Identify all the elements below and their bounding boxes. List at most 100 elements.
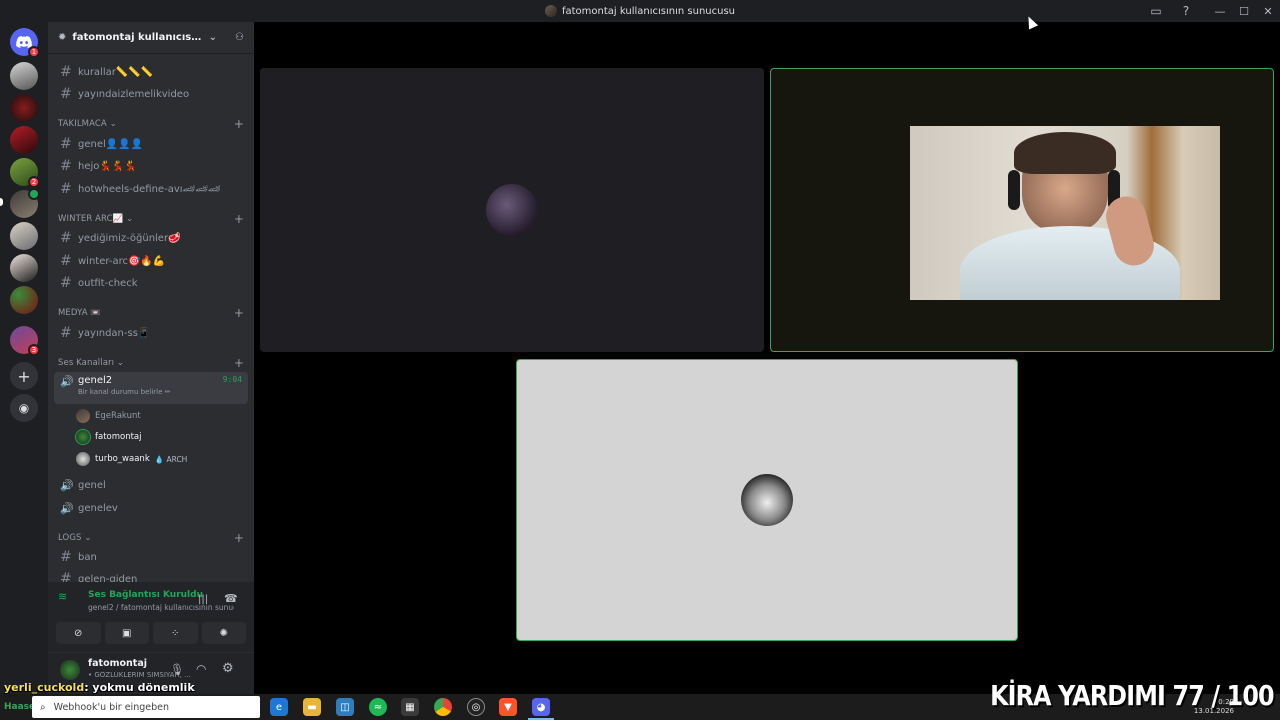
- hash-icon: #: [60, 325, 72, 341]
- server-avatar[interactable]: [10, 286, 38, 314]
- donation-goal-overlay: KİRA YARDIMI 77 / 100: [990, 679, 1275, 712]
- unread-badge: 3: [28, 344, 40, 356]
- channel-item[interactable]: # kurallar📏📏📏: [54, 62, 248, 82]
- settings-gear-icon[interactable]: ⚙: [222, 661, 234, 676]
- window-title: fatomontaj kullanıcısının sunucusu: [544, 5, 735, 17]
- voice-user[interactable]: fatomontaj: [76, 428, 142, 446]
- live-badge: [28, 188, 40, 200]
- webcam-video: [910, 126, 1220, 300]
- voice-channel-active[interactable]: 🔊 genel2 9:04 Bir kanal durumu belirle ✏: [54, 372, 248, 404]
- server-avatar[interactable]: [10, 126, 38, 154]
- channel-item[interactable]: # genel👤👤👤: [54, 134, 248, 154]
- channel-item[interactable]: # winter-arc🎯🔥💪: [54, 251, 248, 271]
- selected-server-indicator: [0, 198, 3, 206]
- hash-icon: #: [60, 253, 72, 269]
- screen-share-button[interactable]: ▣: [104, 622, 149, 644]
- unread-badge: 2: [28, 176, 40, 188]
- channel-item[interactable]: # hejo💃💃💃: [54, 156, 248, 176]
- add-member-icon[interactable]: ⚇: [235, 32, 244, 43]
- add-channel-icon[interactable]: +: [234, 117, 244, 131]
- video-tile[interactable]: [260, 68, 764, 352]
- chat-message: : yokmu dönemlik: [84, 681, 195, 694]
- server-header[interactable]: ✹ fatomontaj kullanıcısının... ⌄ ⚇: [48, 22, 254, 54]
- brave-icon[interactable]: ▼: [499, 698, 517, 716]
- chevron-down-icon: ⌄: [208, 32, 218, 43]
- soundboard-button[interactable]: ✺: [201, 622, 246, 644]
- voice-stage: [254, 22, 1280, 694]
- voice-user[interactable]: turbo_waank 💧 ARCH: [76, 450, 187, 468]
- server-avatar[interactable]: [10, 62, 38, 90]
- minimize-button[interactable]: —: [1208, 0, 1232, 22]
- participant-avatar: [741, 474, 793, 526]
- hash-icon: #: [60, 549, 72, 565]
- inbox-icon[interactable]: ▭: [1148, 3, 1164, 19]
- store-icon[interactable]: ◫: [336, 698, 354, 716]
- discover-icon[interactable]: ◉: [10, 394, 38, 422]
- avatar[interactable]: [60, 660, 80, 680]
- category-header[interactable]: WINTER ARC📈 ⌄ +: [58, 212, 244, 226]
- channel-item[interactable]: # ban: [54, 547, 248, 567]
- chrome-icon[interactable]: [434, 698, 452, 716]
- voice-user[interactable]: EgeRakunt: [76, 407, 141, 425]
- disconnect-icon[interactable]: ☎: [224, 592, 238, 605]
- search-box[interactable]: ⌕ Webhook'u bir eingeben: [32, 696, 260, 718]
- category-header[interactable]: LOGS ⌄ +: [58, 531, 244, 545]
- channel-item[interactable]: # yayındaizlemelikvideo: [54, 84, 248, 104]
- close-button[interactable]: ✕: [1256, 0, 1280, 22]
- file-explorer-icon[interactable]: ▬: [303, 698, 321, 716]
- home-button[interactable]: 1: [10, 28, 40, 58]
- spotify-icon[interactable]: ≈: [369, 698, 387, 716]
- activities-button[interactable]: ⁘: [153, 622, 198, 644]
- headphones-icon[interactable]: ◠: [196, 662, 206, 676]
- server-avatar[interactable]: [10, 254, 38, 282]
- voice-location[interactable]: genel2 / fatomontaj kullanıcısının sunuc…: [88, 603, 234, 612]
- add-channel-icon[interactable]: +: [234, 306, 244, 320]
- add-channel-icon[interactable]: +: [234, 356, 244, 370]
- server-avatar[interactable]: 3: [10, 326, 40, 356]
- obs-icon[interactable]: ◎: [467, 698, 485, 716]
- hash-icon: #: [60, 158, 72, 174]
- server-avatar[interactable]: [10, 94, 38, 122]
- hash-icon: #: [60, 181, 72, 197]
- category-header[interactable]: MEDYA 📼 +: [58, 306, 244, 320]
- speaker-icon: 🔊: [60, 501, 74, 515]
- add-channel-icon[interactable]: +: [234, 212, 244, 226]
- voice-channel[interactable]: 🔊 genelev: [54, 498, 248, 518]
- microphone-icon[interactable]: 🎙: [170, 663, 184, 676]
- voice-connection-panel: ≋ Ses Bağlantısı Kuruldu genel2 / fatomo…: [48, 582, 254, 652]
- camera-off-button[interactable]: ⊘: [56, 622, 101, 644]
- noise-suppression-icon[interactable]: |||: [198, 594, 208, 605]
- chat-username: yerli_cuckold: [4, 681, 85, 694]
- channel-status-prompt[interactable]: Bir kanal durumu belirle ✏: [78, 388, 248, 396]
- server-avatar-current[interactable]: [10, 188, 40, 218]
- server-avatar[interactable]: [10, 222, 38, 250]
- help-icon[interactable]: ?: [1178, 3, 1194, 19]
- video-tile-speaking[interactable]: [770, 68, 1274, 352]
- add-server-icon[interactable]: +: [10, 362, 38, 390]
- signal-icon: ≋: [58, 590, 68, 603]
- hair: [1014, 132, 1116, 174]
- discord-taskbar-icon[interactable]: ◕: [532, 698, 550, 716]
- server-avatar[interactable]: 2: [10, 158, 40, 188]
- hash-icon: #: [60, 64, 72, 80]
- voice-status[interactable]: Ses Bağlantısı Kuruldu: [88, 590, 203, 600]
- add-channel-icon[interactable]: +: [234, 531, 244, 545]
- avatar: [76, 409, 90, 423]
- search-text: Webhook'u bir eingeben: [53, 701, 169, 713]
- hash-icon: #: [60, 275, 72, 291]
- category-header[interactable]: Ses Kanalları ⌄ +: [58, 356, 244, 370]
- channel-item[interactable]: # yediğimiz-öğünler🥩: [54, 228, 248, 248]
- video-tile-speaking[interactable]: [516, 359, 1018, 641]
- maximize-button[interactable]: ☐: [1232, 0, 1256, 22]
- channel-item[interactable]: # hotwheels-define-avı🏎🏎🏎: [54, 179, 248, 199]
- channel-item[interactable]: # yayından-ss📱: [54, 323, 248, 343]
- speaker-icon: 🔊: [60, 375, 74, 388]
- voice-timer: 9:04: [222, 375, 242, 384]
- channel-item[interactable]: # outfit-check: [54, 273, 248, 293]
- calculator-icon[interactable]: ▦: [401, 698, 419, 716]
- user-tag: 💧 ARCH: [154, 454, 188, 464]
- category-header[interactable]: TAKILMACA ⌄ +: [58, 117, 244, 131]
- voice-channel[interactable]: 🔊 genel: [54, 475, 248, 495]
- gear-icon: ✹: [58, 32, 67, 43]
- edge-icon[interactable]: e: [270, 698, 288, 716]
